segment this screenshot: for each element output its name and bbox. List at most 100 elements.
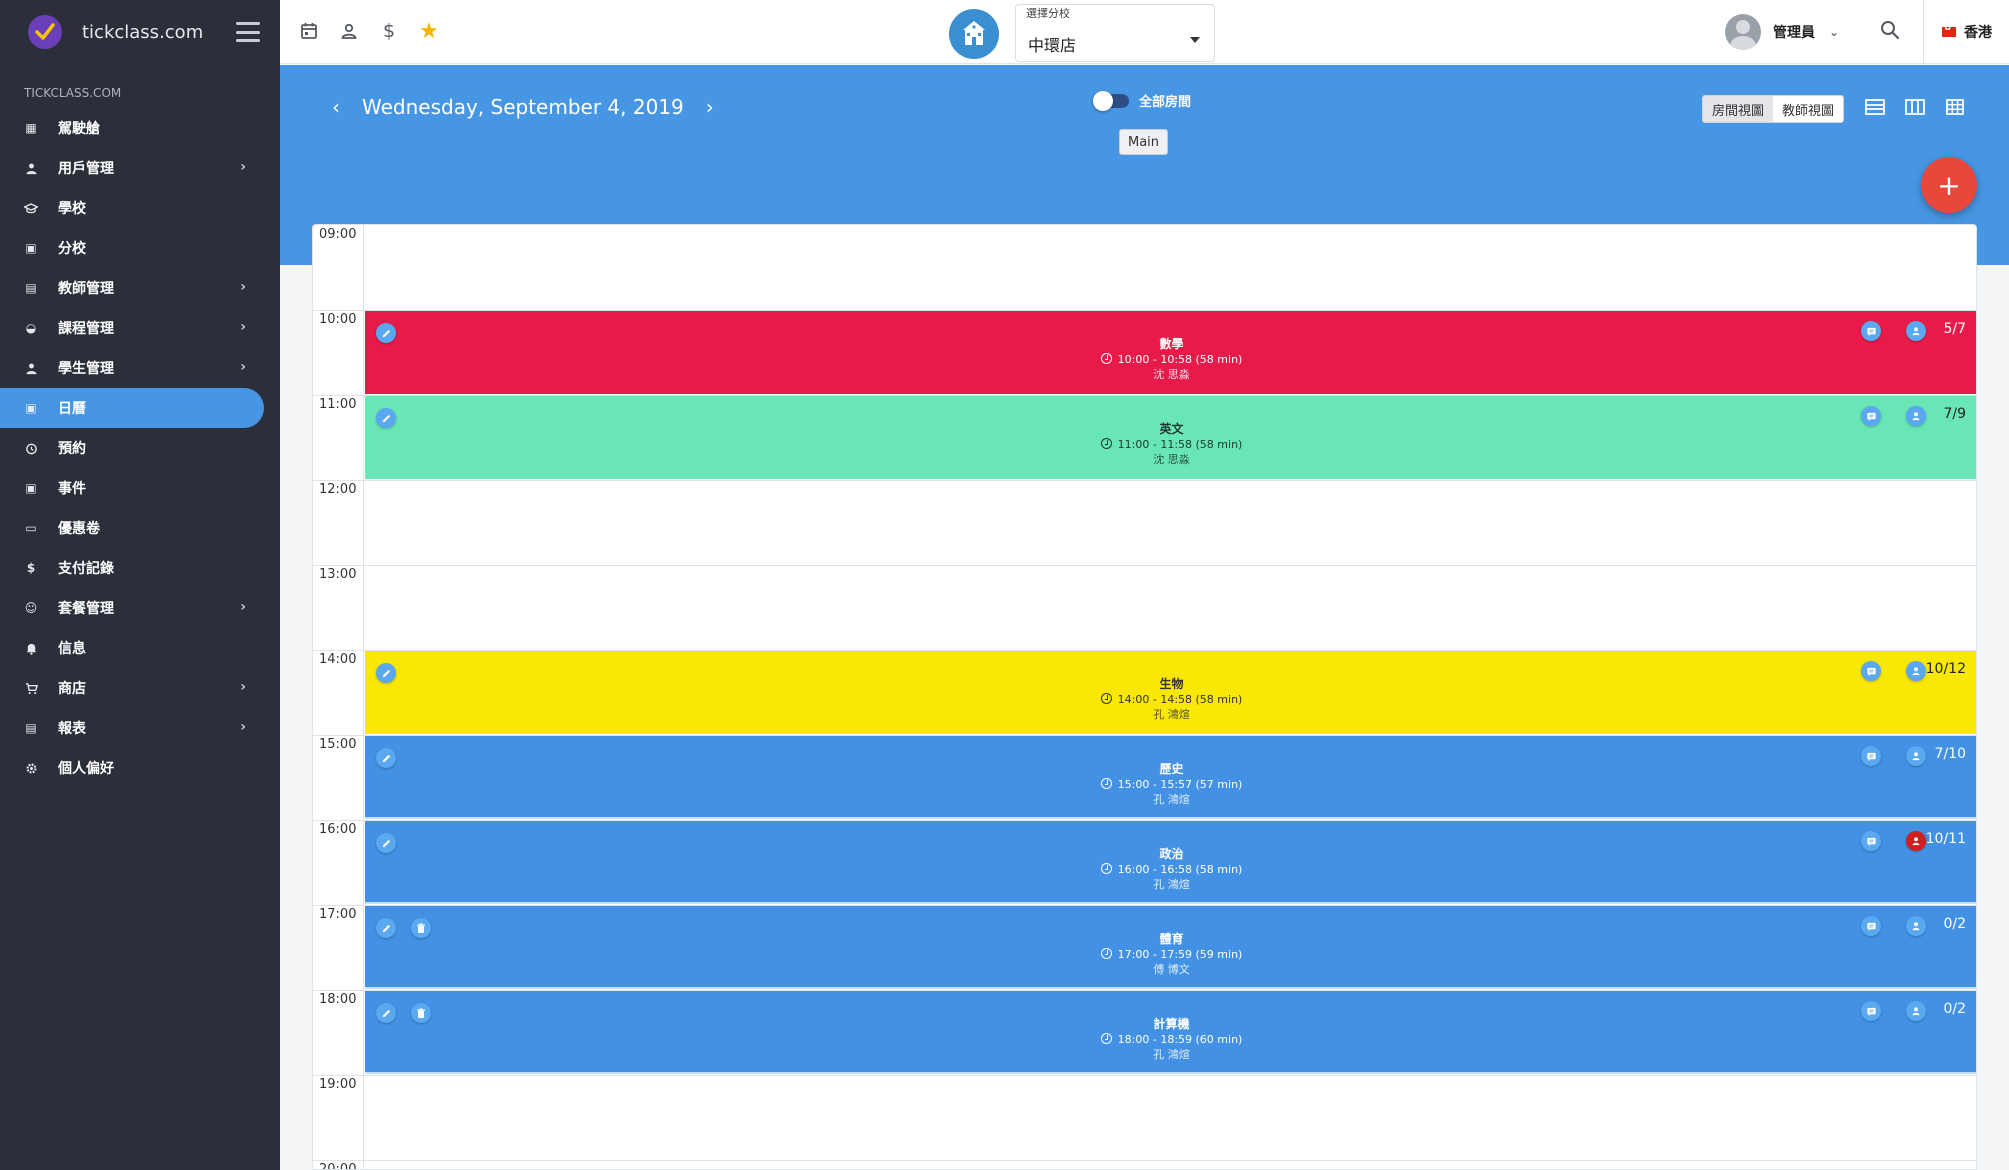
avatar xyxy=(1725,14,1761,50)
event-block[interactable]: 10/12 生物 14:00 - 14:58 (58 min) 孔 鴻煊 xyxy=(365,651,1976,734)
event-time: 15:00 - 15:57 (57 min) xyxy=(365,777,1976,793)
event-title: 政治 xyxy=(1159,847,1184,861)
sidebar-item[interactable]: ▣ 日曆 xyxy=(0,388,264,428)
event-details: 計算機 18:00 - 18:59 (60 min) 孔 鴻煊 xyxy=(365,1016,1976,1062)
event-title: 英文 xyxy=(1159,422,1184,436)
room-view-button[interactable]: 房間視圖 xyxy=(1703,96,1774,122)
brand-name[interactable]: tickclass.com xyxy=(82,22,203,43)
event-details: 政治 16:00 - 16:58 (58 min) 孔 鴻煊 xyxy=(365,846,1976,892)
month-grid-view-icon[interactable] xyxy=(1945,98,1967,118)
sidebar-item[interactable]: $ 支付記錄 xyxy=(0,548,280,588)
attendance-count: 7/10 xyxy=(1934,746,1966,762)
hour-divider xyxy=(313,1160,1976,1161)
event-details: 英文 11:00 - 11:58 (58 min) 沈 思淼 xyxy=(365,421,1976,467)
menu-toggle-icon[interactable] xyxy=(236,22,260,42)
view-switcher: 房間視圖 教師視圖 xyxy=(1702,95,1845,123)
event-time-text: 10:00 - 10:58 (58 min) xyxy=(1117,353,1243,366)
sidebar-item[interactable]: 學校 xyxy=(0,188,280,228)
sidebar-item[interactable]: ▤ 報表 › xyxy=(0,708,280,748)
sidebar-item[interactable]: ☺ 套餐管理 › xyxy=(0,588,280,628)
event-title: 數學 xyxy=(1159,337,1184,351)
sidebar-item-label: 報表 xyxy=(58,721,86,737)
dashboard-icon: ▦ xyxy=(25,121,37,135)
user-menu[interactable]: 管理員 ⌄ xyxy=(1725,12,1839,52)
user-icon[interactable] xyxy=(338,20,360,42)
calendar-icon[interactable] xyxy=(298,20,320,42)
sidebar-item[interactable]: 商店 › xyxy=(0,668,280,708)
chevron-down-icon: ⌄ xyxy=(1829,25,1840,39)
user-icon xyxy=(24,161,38,175)
sidebar-item[interactable]: ▦ 駕駛艙 xyxy=(0,108,280,148)
teacher-view-button[interactable]: 教師視圖 xyxy=(1773,96,1844,122)
caret-down-icon xyxy=(1190,37,1200,43)
sidebar-item-label: 學生管理 xyxy=(58,361,114,377)
drop-icon: ◒ xyxy=(25,321,37,335)
sidebar-item-label: 優惠卷 xyxy=(58,521,100,537)
package-icon: ☺ xyxy=(24,601,38,615)
sidebar-item-label: 商店 xyxy=(58,681,86,697)
event-block[interactable]: 5/7 數學 10:00 - 10:58 (58 min) 沈 思淼 xyxy=(365,311,1976,394)
search-icon[interactable] xyxy=(1880,20,1904,44)
tickclass-logo[interactable] xyxy=(28,15,62,49)
sidebar-item[interactable]: ▭ 優惠卷 xyxy=(0,508,280,548)
topbar-divider xyxy=(1923,0,1924,64)
event-time: 14:00 - 14:58 (58 min) xyxy=(365,692,1976,708)
clock-icon xyxy=(1100,778,1112,789)
branch-select-label: 選擇分校 xyxy=(1026,7,1070,20)
room-chip-main[interactable]: Main xyxy=(1119,129,1169,155)
sidebar-item[interactable]: 個人偏好 xyxy=(0,748,280,788)
cart-icon xyxy=(24,681,38,695)
time-label: 16:00 xyxy=(319,822,357,837)
settings-icon xyxy=(24,761,38,775)
event-details: 數學 10:00 - 10:58 (58 min) 沈 思淼 xyxy=(365,336,1976,382)
chevron-right-icon: › xyxy=(240,359,246,375)
dollar-icon[interactable]: $ xyxy=(378,20,400,42)
student-icon xyxy=(24,361,38,375)
sidebar-item[interactable]: 信息 xyxy=(0,628,280,668)
time-label: 17:00 xyxy=(319,907,357,922)
star-icon[interactable]: ★ xyxy=(418,19,440,44)
time-label: 20:00 xyxy=(319,1162,357,1170)
attendance-count: 7/9 xyxy=(1943,406,1966,422)
event-title: 歷史 xyxy=(1159,762,1184,776)
event-time-text: 15:00 - 15:57 (57 min) xyxy=(1117,778,1243,791)
branch-select[interactable]: 選擇分校 中環店 xyxy=(1015,4,1215,62)
event-teacher: 傅 博文 xyxy=(1153,963,1190,976)
day-calendar: 09:00 10:00 11:00 12:00 13:00 14:00 15:00 16:00… xyxy=(312,224,1977,1170)
sidebar-item[interactable]: 學生管理 › xyxy=(0,348,280,388)
sidebar-item[interactable]: ▤ 教師管理 › xyxy=(0,268,280,308)
next-day-icon[interactable]: › xyxy=(700,95,720,119)
event-block[interactable]: 7/9 英文 11:00 - 11:58 (58 min) 沈 思淼 xyxy=(365,396,1976,479)
event-time: 10:00 - 10:58 (58 min) xyxy=(365,352,1976,368)
sidebar-item[interactable]: ▣ 分校 xyxy=(0,228,280,268)
event-block[interactable]: 10/11 政治 16:00 - 16:58 (58 min) 孔 鴻煊 xyxy=(365,821,1976,904)
event-teacher: 孔 鴻煊 xyxy=(1153,793,1190,806)
attendance-count: 5/7 xyxy=(1943,321,1966,337)
sidebar-item-label: 課程管理 xyxy=(58,321,114,337)
sidebar-nav: ▦ 駕駛艙 用戶管理 › 學校 ▣ 分校 ▤ 教師管理 › ◒ 課程管理 › 學生管理 › ▣ 日曆 預約 ▣ 事件 ▭… xyxy=(0,108,280,788)
event-block[interactable]: 0/2 體育 17:00 - 17:59 (59 min) 傅 博文 xyxy=(365,906,1976,989)
time-label: 13:00 xyxy=(319,567,357,582)
event-block[interactable]: 0/2 計算機 18:00 - 18:59 (60 min) 孔 鴻煊 xyxy=(365,991,1976,1074)
sidebar-item[interactable]: 預約 xyxy=(0,428,280,468)
week-columns-view-icon[interactable] xyxy=(1905,98,1927,118)
event-time-text: 17:00 - 17:59 (59 min) xyxy=(1117,948,1243,961)
sidebar: tickclass.com TICKCLASS.COM ▦ 駕駛艙 用戶管理 › 學校 ▣… xyxy=(0,0,280,1170)
chevron-right-icon: › xyxy=(240,719,246,735)
sidebar-item[interactable]: ▣ 事件 xyxy=(0,468,280,508)
alarm-icon xyxy=(24,441,38,455)
hour-divider xyxy=(313,1075,1976,1076)
sidebar-caption: TICKCLASS.COM xyxy=(24,86,122,100)
language-switcher[interactable]: 香港 xyxy=(1942,22,1992,42)
add-event-button[interactable]: + xyxy=(1921,157,1977,213)
sidebar-item[interactable]: 用戶管理 › xyxy=(0,148,280,188)
clock-icon xyxy=(1100,353,1112,364)
event-details: 生物 14:00 - 14:58 (58 min) 孔 鴻煊 xyxy=(365,676,1976,722)
prev-day-icon[interactable]: ‹ xyxy=(326,95,346,119)
chevron-right-icon: › xyxy=(240,599,246,615)
all-rooms-toggle[interactable]: 全部房間 xyxy=(1093,90,1191,111)
sidebar-item-label: 支付記錄 xyxy=(58,561,114,577)
day-list-view-icon[interactable] xyxy=(1865,98,1887,118)
event-block[interactable]: 7/10 歷史 15:00 - 15:57 (57 min) 孔 鴻煊 xyxy=(365,736,1976,819)
sidebar-item[interactable]: ◒ 課程管理 › xyxy=(0,308,280,348)
